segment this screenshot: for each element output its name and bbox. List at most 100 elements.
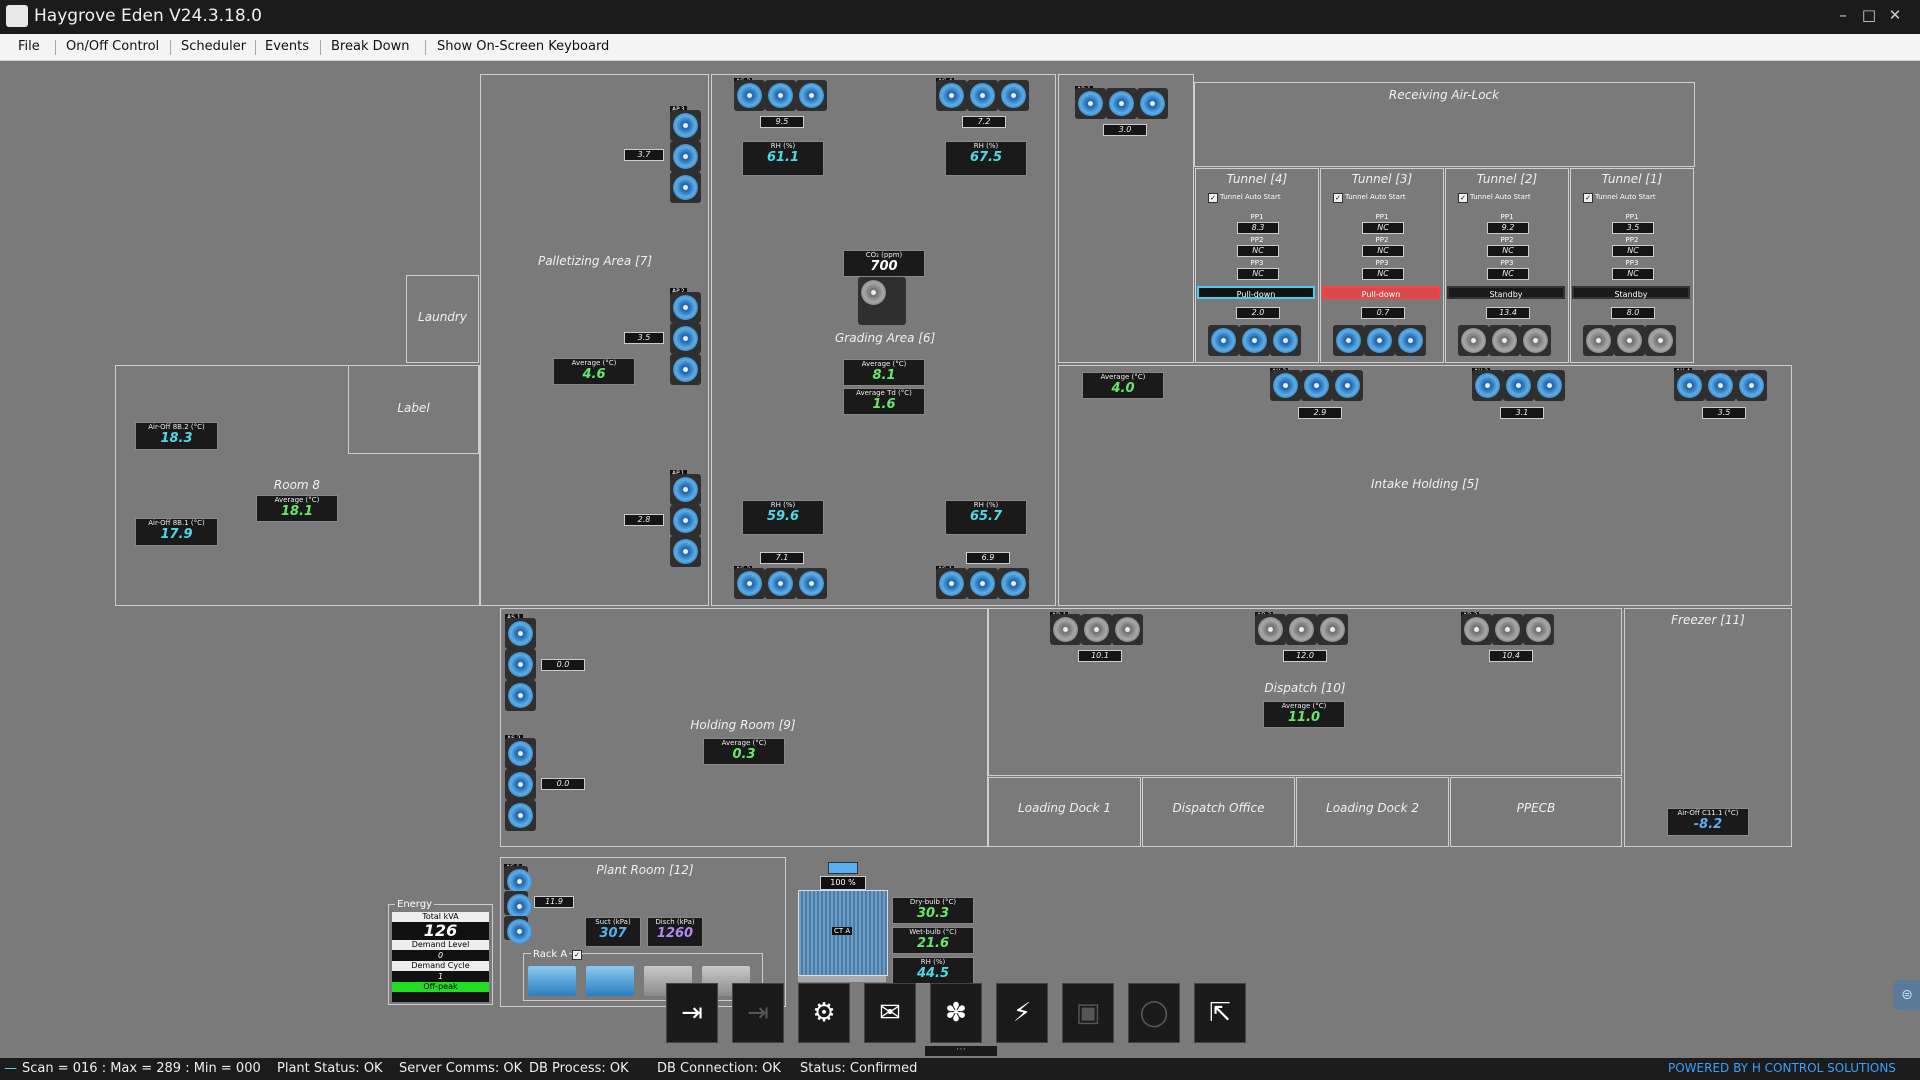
fan-icon[interactable] <box>670 292 701 323</box>
fan-icon[interactable] <box>504 891 532 919</box>
tunnel-auto-start-checkbox[interactable]: ✓ <box>1333 193 1343 203</box>
fan-icon[interactable] <box>998 568 1029 599</box>
fan-icon[interactable] <box>1705 370 1736 401</box>
fan-icon[interactable] <box>1489 325 1520 356</box>
fan-icon[interactable] <box>670 505 701 536</box>
fan-icon[interactable] <box>1674 370 1705 401</box>
fan-icon[interactable] <box>1208 325 1239 356</box>
fan-icon[interactable] <box>1137 88 1168 119</box>
fan-icon[interactable] <box>1614 325 1645 356</box>
fan-icon[interactable] <box>670 354 701 385</box>
fan-icon[interactable] <box>504 866 532 894</box>
fan-icon[interactable] <box>734 80 765 111</box>
fan-icon[interactable] <box>998 80 1029 111</box>
rack-a-checkbox[interactable]: ✓ <box>572 950 582 960</box>
refresh-button[interactable]: ◯ <box>1128 983 1180 1043</box>
tunnel-auto-start-checkbox[interactable]: ✓ <box>1583 193 1593 203</box>
fan-icon[interactable] <box>1270 325 1301 356</box>
compressor-2-icon[interactable] <box>586 966 634 996</box>
fan-icon[interactable] <box>1239 325 1270 356</box>
fan-icon[interactable] <box>1286 614 1317 645</box>
fan-icon[interactable] <box>1332 370 1363 401</box>
menu-onoff-control[interactable]: On/Off Control <box>66 39 159 54</box>
fan-icon[interactable] <box>504 916 532 944</box>
tunnel-state-button[interactable]: Pull-down <box>1197 286 1315 299</box>
grading-rh-box: RH (%) 65.7 <box>945 500 1027 535</box>
fan-icon[interactable] <box>1736 370 1767 401</box>
fan-icon[interactable] <box>1112 614 1143 645</box>
close-button[interactable]: ✕ <box>1882 2 1908 28</box>
fan-icon[interactable] <box>505 769 536 800</box>
fan-icon[interactable] <box>1255 614 1286 645</box>
save-button[interactable]: ▣ <box>1062 983 1114 1043</box>
fan-icon[interactable] <box>765 568 796 599</box>
fan-icon[interactable] <box>1317 614 1348 645</box>
fan-icon[interactable] <box>1520 325 1551 356</box>
fan-icon[interactable] <box>670 172 701 203</box>
fan-icon[interactable] <box>1050 614 1081 645</box>
tunnel-state-button[interactable]: Pull-down <box>1322 286 1440 299</box>
fan-icon[interactable] <box>1301 370 1332 401</box>
fan-icon[interactable] <box>1395 325 1426 356</box>
side-panel-toggle-icon[interactable]: ⊜ <box>1894 980 1920 1010</box>
fan-icon[interactable] <box>796 568 827 599</box>
fan-icon[interactable] <box>1333 325 1364 356</box>
tunnel-state-button[interactable]: Standby <box>1572 286 1690 299</box>
user-settings-button[interactable]: ⚙ <box>798 983 850 1043</box>
fan-icon[interactable] <box>1270 370 1301 401</box>
login-button[interactable]: ⇥ <box>666 983 718 1043</box>
menu-show-keyboard[interactable]: Show On-Screen Keyboard <box>437 39 609 54</box>
fan-icon[interactable] <box>505 649 536 680</box>
fan-icon[interactable] <box>670 474 701 505</box>
loading-dock-1-label: Loading Dock 1 <box>1018 801 1111 815</box>
energy-button[interactable]: ⚡ <box>996 983 1048 1043</box>
menu-break-down[interactable]: Break Down <box>331 39 409 54</box>
cooling-tower-icon[interactable]: CT A <box>798 890 888 976</box>
fan-icon[interactable] <box>1583 325 1614 356</box>
fan-icon[interactable] <box>936 80 967 111</box>
menu-file[interactable]: File <box>18 39 40 54</box>
fan-icon[interactable] <box>967 80 998 111</box>
menu-scheduler[interactable]: Scheduler <box>181 39 246 54</box>
compressor-1-icon[interactable] <box>528 966 576 996</box>
fan-icon[interactable] <box>505 618 536 649</box>
fan-icon[interactable] <box>1075 88 1106 119</box>
fan-icon[interactable] <box>1523 614 1554 645</box>
maximize-button[interactable]: □ <box>1856 2 1882 28</box>
fan-icon[interactable] <box>505 738 536 769</box>
fan-icon[interactable] <box>936 568 967 599</box>
holding-fan-value: 0.0 <box>541 659 585 671</box>
toolbar-expand-handle[interactable]: ⋯ <box>925 1045 997 1056</box>
extraction-fan-icon[interactable] <box>858 277 906 325</box>
menu-events[interactable]: Events <box>265 39 309 54</box>
fan-icon[interactable] <box>670 110 701 141</box>
cooling-tower-pump-icon[interactable] <box>828 862 858 874</box>
fan-icon[interactable] <box>1645 325 1676 356</box>
fan-icon[interactable] <box>1461 614 1492 645</box>
fan-icon[interactable] <box>670 323 701 354</box>
logout-button[interactable]: ⇥ <box>732 983 784 1043</box>
fullscreen-button[interactable]: ⇱ <box>1194 983 1246 1043</box>
fan-icon[interactable] <box>1081 614 1112 645</box>
fan-icon[interactable] <box>670 536 701 567</box>
tunnel-auto-start-checkbox[interactable]: ✓ <box>1458 193 1468 203</box>
tunnel-state-button[interactable]: Standby <box>1447 286 1565 299</box>
minimize-button[interactable]: – <box>1830 2 1856 28</box>
fan-icon[interactable] <box>734 568 765 599</box>
fan-icon[interactable] <box>505 680 536 711</box>
tunnel-auto-start-checkbox[interactable]: ✓ <box>1208 193 1218 203</box>
fan-icon[interactable] <box>1106 88 1137 119</box>
fan-icon[interactable] <box>505 800 536 831</box>
fan-icon[interactable] <box>670 141 701 172</box>
fan-icon[interactable] <box>1364 325 1395 356</box>
fan-icon[interactable] <box>1492 614 1523 645</box>
alarm-button[interactable]: ✽ <box>930 983 982 1043</box>
fan-icon[interactable] <box>796 80 827 111</box>
fan-icon[interactable] <box>1472 370 1503 401</box>
fan-icon[interactable] <box>765 80 796 111</box>
fan-icon[interactable] <box>1503 370 1534 401</box>
fan-icon[interactable] <box>1534 370 1565 401</box>
fan-icon[interactable] <box>1458 325 1489 356</box>
fan-icon[interactable] <box>967 568 998 599</box>
messages-button[interactable]: ✉ <box>864 983 916 1043</box>
